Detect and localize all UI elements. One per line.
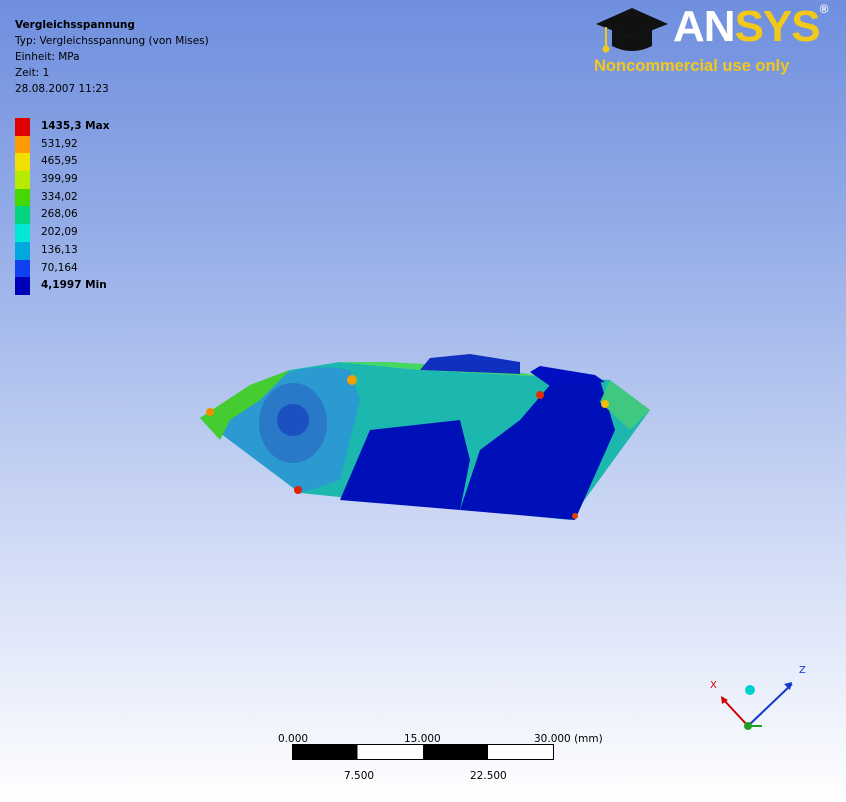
result-time: Zeit: 1 <box>15 67 50 79</box>
legend-swatch <box>15 206 30 225</box>
result-title: Vergleichsspannung <box>15 19 135 31</box>
model-hotspot <box>294 486 302 494</box>
legend-swatch <box>15 188 30 207</box>
model-hotspot <box>206 408 214 416</box>
legend-label: 4,1997 Min <box>41 279 107 292</box>
legend-swatch <box>15 277 30 295</box>
model-hotspot <box>347 375 357 385</box>
result-unit: Einheit: MPa <box>15 51 80 63</box>
legend-swatch <box>15 153 30 172</box>
legend-label: 399,99 <box>41 173 78 186</box>
legend-swatch <box>15 259 30 278</box>
scale-label-bottom: 7.500 <box>344 770 375 782</box>
legend-swatch <box>15 171 30 189</box>
legend-swatch <box>15 118 30 136</box>
legend-label: 1435,3 Max <box>41 120 110 132</box>
result-date: 28.08.2007 11:23 <box>15 83 109 95</box>
model-hole-inner <box>277 404 309 436</box>
scale-bar: 0.000 15.000 30.000 (mm) 7.500 22.500 <box>270 730 610 790</box>
legend-swatch <box>15 135 30 154</box>
ansys-logo: ANSYS® Noncommercial use only <box>592 2 832 79</box>
legend-label: 531,92 <box>41 137 78 150</box>
legend-label: 268,06 <box>41 208 78 221</box>
scale-bar-segments <box>292 744 554 760</box>
model-hotspot <box>572 513 578 519</box>
legend-label: 70,164 <box>41 261 78 274</box>
brand-an: AN <box>673 2 736 51</box>
legend-swatch <box>15 224 30 242</box>
graduation-cap-icon <box>596 8 668 53</box>
license-tagline: Noncommercial use only <box>594 57 790 75</box>
registered-mark: ® <box>819 2 829 16</box>
model-hotspot <box>536 391 544 399</box>
legend-label: 334,02 <box>41 190 78 203</box>
legend-swatch <box>15 241 30 260</box>
brand-sys: SYS <box>734 2 821 51</box>
legend-label: 202,09 <box>41 226 78 239</box>
scale-label-bottom: 22.500 <box>470 770 507 782</box>
x-axis-label: X <box>710 680 717 691</box>
z-axis-label: Z <box>799 665 806 676</box>
model-hotspot <box>601 400 609 408</box>
stress-model-view[interactable] <box>190 340 660 530</box>
legend-label: 465,95 <box>41 155 78 168</box>
result-type: Typ: Vergleichsspannung (von Mises) <box>15 35 209 47</box>
result-info: Vergleichsspannung Typ: Vergleichsspannu… <box>15 17 209 97</box>
ansys-wordmark: ANSYS® <box>673 2 829 52</box>
legend-label: 136,13 <box>41 243 78 256</box>
